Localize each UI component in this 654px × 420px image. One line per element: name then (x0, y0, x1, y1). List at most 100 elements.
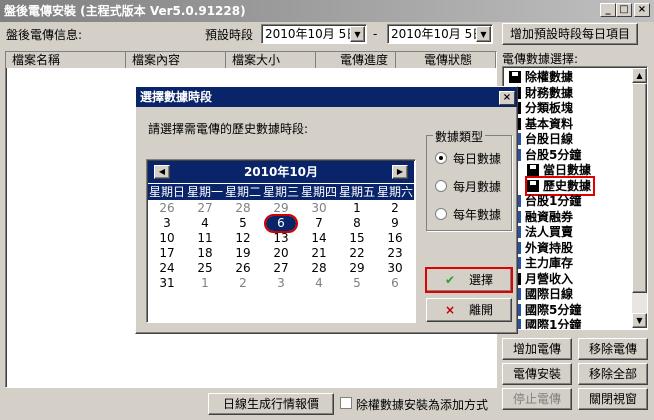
column-header[interactable]: 電傳狀態 (396, 52, 496, 68)
weekday-label: 星期三 (262, 185, 299, 199)
minimize-button[interactable]: _ (600, 3, 616, 17)
data-type-radio[interactable]: 每日數據 (435, 150, 501, 167)
calendar-day[interactable]: 5 (224, 216, 262, 231)
tree-item[interactable]: 台股5分鐘 (509, 147, 581, 163)
scroll-up-arrow-icon[interactable]: ▲ (632, 68, 647, 83)
column-header[interactable]: 檔案大小 (226, 52, 316, 68)
calendar-day[interactable]: 16 (376, 231, 414, 246)
tree-scrollbar[interactable]: ▲ ▼ (632, 68, 647, 328)
calendar-day[interactable]: 19 (224, 246, 262, 261)
tree-item[interactable]: 除權數據 (509, 69, 573, 85)
radio-icon[interactable] (435, 180, 447, 192)
calendar-day[interactable]: 17 (148, 246, 186, 261)
calendar-day[interactable]: 14 (300, 231, 338, 246)
calendar-day[interactable]: 27 (262, 261, 300, 276)
tree-item[interactable]: 國際日線 (509, 286, 573, 302)
calendar-day[interactable]: 1 (338, 201, 376, 216)
calendar-day[interactable]: 3 (262, 276, 300, 291)
chevron-down-icon[interactable]: ▼ (350, 26, 365, 42)
tree-item[interactable]: 財務數據 (509, 85, 573, 101)
tree-item-label: 台股日線 (525, 132, 574, 146)
tree-item[interactable]: 法人買賣 (509, 224, 573, 240)
calendar-day[interactable]: 8 (338, 216, 376, 231)
calendar-day[interactable]: 4 (300, 276, 338, 291)
calendar-day[interactable]: 30 (300, 201, 338, 216)
append-mode-checkbox[interactable] (340, 397, 352, 409)
daily-report-button[interactable]: 日線生成行情報價 (208, 393, 334, 415)
calendar-day[interactable]: 28 (300, 261, 338, 276)
data-type-radio[interactable]: 每年數據 (435, 206, 501, 223)
radio-icon[interactable] (435, 208, 447, 220)
calendar-day[interactable]: 3 (148, 216, 186, 231)
calendar-day[interactable]: 6 (264, 214, 298, 233)
calendar-day[interactable]: 23 (376, 246, 414, 261)
calendar-day[interactable]: 31 (148, 276, 186, 291)
start-date-picker[interactable]: 2010年10月 5日 ▼ (261, 24, 367, 44)
calendar-day[interactable]: 12 (224, 231, 262, 246)
calendar-day[interactable]: 25 (186, 261, 224, 276)
scroll-thumb[interactable] (632, 83, 647, 293)
tree-item[interactable]: 月營收入 (509, 271, 573, 287)
calendar-day[interactable]: 27 (186, 201, 224, 216)
calendar-day[interactable]: 2 (224, 276, 262, 291)
chevron-down-icon[interactable]: ▼ (476, 26, 491, 42)
dialog-close-icon[interactable]: × (499, 91, 515, 105)
end-date-picker[interactable]: 2010年10月 5日 ▼ (387, 24, 493, 44)
tree-item[interactable]: 台股1分鐘 (509, 193, 581, 209)
calendar-day[interactable]: 7 (300, 216, 338, 231)
calendar-day[interactable]: 21 (300, 246, 338, 261)
scroll-down-arrow-icon[interactable]: ▼ (632, 313, 647, 328)
calendar-day[interactable]: 22 (338, 246, 376, 261)
close-button[interactable]: × (634, 3, 650, 17)
calendar-day[interactable]: 4 (186, 216, 224, 231)
close-window-button[interactable]: 關閉視窗 (578, 388, 648, 410)
radio-icon[interactable] (435, 152, 447, 164)
tree-item[interactable]: 融資融券 (509, 209, 573, 225)
calendar-day[interactable]: 24 (148, 261, 186, 276)
calendar-day[interactable]: 6 (376, 276, 414, 291)
calendar-day[interactable]: 1 (186, 276, 224, 291)
calendar-day[interactable]: 2 (376, 201, 414, 216)
tree-item[interactable]: 分類板塊 (509, 100, 573, 116)
data-tree[interactable]: 除權數據 財務數據 分類板塊 基本資料 台股日線 台股5分鐘 當日數據 歷史數據 台股1分鐘 融資… (502, 66, 648, 330)
calendar-day[interactable]: 10 (148, 231, 186, 246)
tree-item[interactable]: 基本資料 (509, 116, 573, 132)
calendar-day[interactable]: 30 (376, 261, 414, 276)
calendar-day[interactable]: 29 (262, 201, 300, 216)
remove-transfer-button[interactable]: 移除電傳 (578, 338, 648, 360)
calendar-day[interactable]: 13 (262, 231, 300, 246)
calendar[interactable]: ◀ 2010年10月 ▶ 星期日 星期一 星期二 星期三 星期四 星期五 星期六 26 27 2… (146, 159, 416, 323)
calendar-day[interactable]: 11 (186, 231, 224, 246)
column-header[interactable]: 檔案內容 (126, 52, 226, 68)
add-transfer-button[interactable]: 增加電傳 (502, 338, 572, 360)
tree-item[interactable]: 台股日線 (509, 131, 573, 147)
tree-item[interactable]: 國際1分鐘 (509, 317, 581, 329)
tree-item[interactable]: 歷史數據 (524, 175, 596, 196)
calendar-day[interactable]: 5 (338, 276, 376, 291)
calendar-day[interactable]: 9 (376, 216, 414, 231)
exit-button[interactable]: × 離開 (426, 298, 512, 322)
tree-item[interactable]: 外資持股 (509, 240, 573, 256)
cancel-x-icon: × (444, 303, 456, 317)
date-separator: - (373, 27, 378, 41)
data-type-radio[interactable]: 每月數據 (435, 178, 501, 195)
select-button[interactable]: ✔ 選擇 (425, 267, 513, 293)
install-transfer-button[interactable]: 電傳安裝 (502, 363, 572, 385)
maximize-button[interactable]: □ (616, 3, 632, 17)
tree-item[interactable]: 當日數據 (527, 162, 591, 178)
calendar-day[interactable]: 26 (224, 261, 262, 276)
column-header[interactable]: 檔案名稱 (6, 52, 126, 68)
tree-item[interactable]: 國際5分鐘 (509, 302, 581, 318)
calendar-day[interactable]: 20 (262, 246, 300, 261)
calendar-day[interactable]: 26 (148, 201, 186, 216)
remove-all-button[interactable]: 移除全部 (578, 363, 648, 385)
calendar-day[interactable]: 29 (338, 261, 376, 276)
next-month-button[interactable]: ▶ (392, 165, 408, 179)
add-daily-items-button[interactable]: 增加預設時段每日項目 (502, 23, 638, 45)
tree-item[interactable]: 主力庫存 (509, 255, 573, 271)
column-header[interactable]: 電傳進度 (316, 52, 396, 68)
stop-transfer-button[interactable]: 停止電傳 (502, 388, 572, 410)
calendar-day[interactable]: 18 (186, 246, 224, 261)
calendar-day[interactable]: 15 (338, 231, 376, 246)
calendar-day[interactable]: 28 (224, 201, 262, 216)
